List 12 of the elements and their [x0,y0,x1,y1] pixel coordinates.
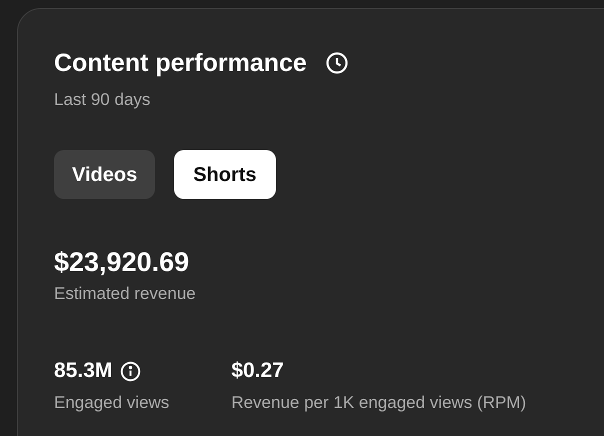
info-icon[interactable] [120,360,142,382]
date-range: Last 90 days [54,89,150,111]
tab[interactable]: Videos [54,150,156,199]
revenue-value: $23,920.69 [54,246,190,279]
tab[interactable]: Shorts [174,150,276,199]
metric-label: Engaged views [54,392,170,414]
metric-value: 85.3M [54,358,112,384]
revenue-label: Estimated revenue [54,283,196,305]
clock-icon [324,51,349,75]
card-title: Content performance [54,48,307,79]
metric-label: Revenue per 1K engaged views (RPM) [231,392,526,414]
metric-value: $0.27 [231,358,284,384]
